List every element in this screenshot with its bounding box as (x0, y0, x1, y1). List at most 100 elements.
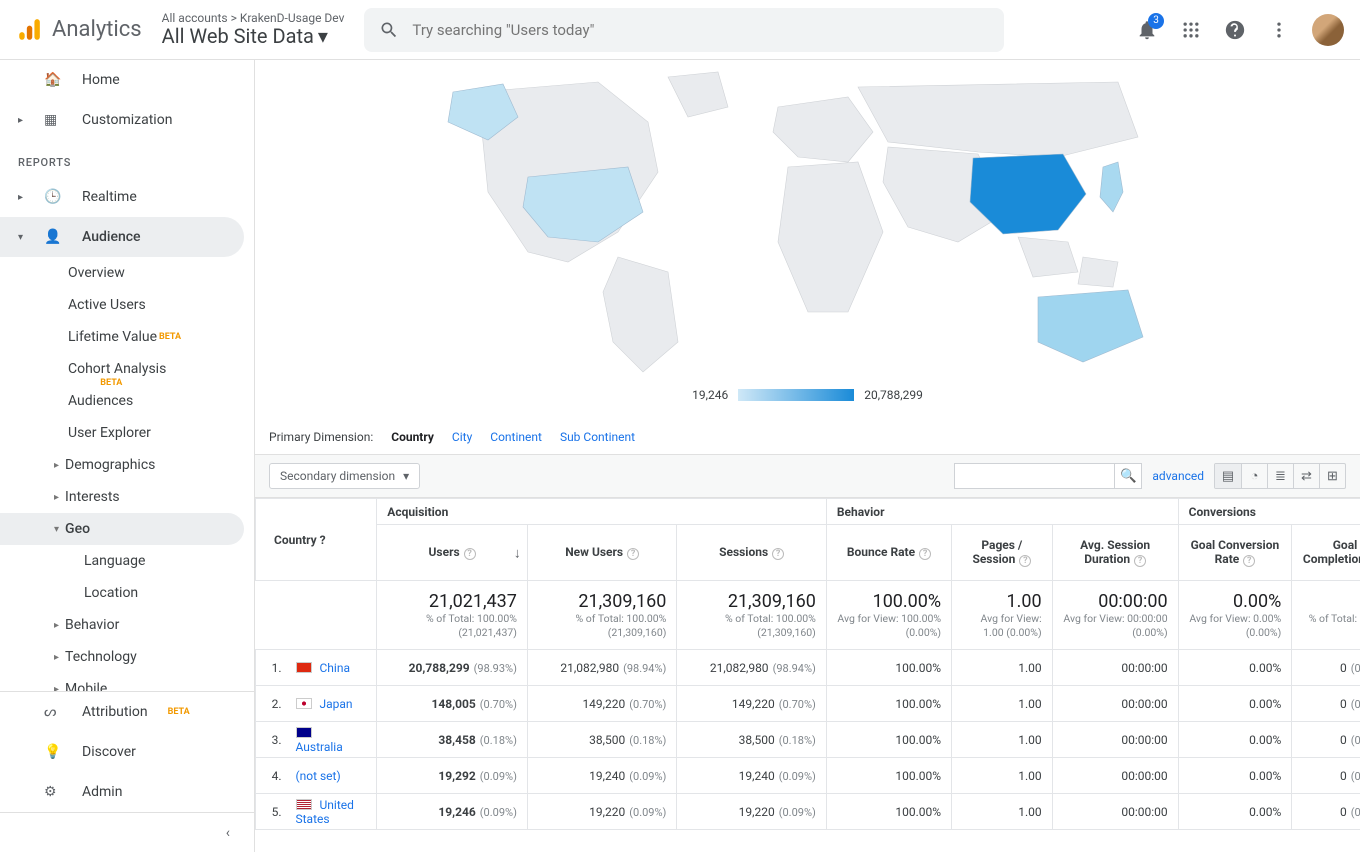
nav-geo[interactable]: ▾Geo (0, 513, 244, 545)
caret-down-icon: ▾ (403, 469, 409, 483)
col-gc[interactable]: Goal Completions? (1292, 525, 1360, 581)
dimension-city[interactable]: City (452, 430, 472, 444)
geo-map[interactable]: 19,246 20,788,299 (255, 60, 1360, 420)
row-bounce: 100.00% (826, 686, 951, 722)
nav-cohort[interactable]: Cohort AnalysisBETA (0, 353, 244, 385)
row-country[interactable]: Australia (286, 722, 377, 758)
total-new-users: 21,309,160% of Total: 100.00% (21,309,16… (527, 581, 676, 650)
bulb-icon: 💡 (44, 744, 64, 760)
row-gc: 0(0.00%) (1292, 650, 1360, 686)
table-row[interactable]: 1.China20,788,299(98.93%)21,082,980(98.9… (256, 650, 1360, 686)
view-pivot-icon[interactable]: ⊞ (1319, 464, 1345, 488)
legend-gradient (738, 389, 854, 401)
dimension-continent[interactable]: Continent (490, 430, 542, 444)
nav-customization[interactable]: ▸▦Customization (0, 100, 244, 140)
col-bounce[interactable]: Bounce Rate? (826, 525, 951, 581)
nav-location[interactable]: Location (0, 577, 244, 609)
advanced-link[interactable]: advanced (1152, 469, 1204, 483)
row-rank: 5. (256, 794, 286, 830)
row-country[interactable]: China (286, 650, 377, 686)
row-sessions: 21,082,980(98.94%) (677, 650, 826, 686)
nav-audiences[interactable]: Audiences (0, 385, 244, 417)
dimension-subcontinent[interactable]: Sub Continent (560, 430, 635, 444)
nav-home[interactable]: 🏠Home (0, 60, 244, 100)
row-pps: 1.00 (952, 650, 1053, 686)
table-search-button[interactable]: 🔍 (1114, 463, 1142, 489)
reports-section-label: REPORTS (0, 140, 254, 177)
row-country[interactable]: (not set) (286, 758, 377, 794)
sidebar-collapse[interactable]: ‹ (0, 812, 254, 852)
row-pps: 1.00 (952, 794, 1053, 830)
nav-active-users[interactable]: Active Users (0, 289, 244, 321)
row-rank: 4. (256, 758, 286, 794)
view-compare-icon[interactable]: ⇄ (1293, 464, 1319, 488)
view-table-icon[interactable]: ▤ (1215, 464, 1241, 488)
nav-realtime[interactable]: ▸🕒Realtime (0, 177, 244, 217)
col-country: Country (274, 533, 317, 547)
brand-name: Analytics (52, 17, 142, 42)
view-pie-icon[interactable]: ◔ (1241, 464, 1267, 488)
table-row[interactable]: 5.United States19,246(0.09%)19,220(0.09%… (256, 794, 1360, 830)
secondary-dimension-dropdown[interactable]: Secondary dimension ▾ (269, 463, 420, 489)
search-input[interactable] (412, 21, 990, 39)
row-new-users: 21,082,980(98.94%) (527, 650, 676, 686)
col-sessions[interactable]: Sessions? (677, 525, 826, 581)
row-pps: 1.00 (952, 686, 1053, 722)
row-sessions: 19,220(0.09%) (677, 794, 826, 830)
nav-behavior[interactable]: ▸Behavior (0, 609, 244, 641)
nav-overview[interactable]: Overview (0, 257, 244, 289)
table-row[interactable]: 3.Australia38,458(0.18%)38,500(0.18%)38,… (256, 722, 1360, 758)
row-gc: 0(0.00%) (1292, 722, 1360, 758)
row-pps: 1.00 (952, 758, 1053, 794)
primary-dimension-bar: Primary Dimension: Country City Continen… (255, 420, 1360, 455)
person-icon: 👤 (44, 229, 64, 245)
brand-logo[interactable]: Analytics (16, 17, 142, 43)
nav-language[interactable]: Language (0, 545, 244, 577)
table-search-input[interactable] (954, 463, 1114, 489)
data-table-wrapper[interactable]: Country ? Acquisition Behavior Conversio… (255, 498, 1360, 852)
notification-badge: 3 (1148, 13, 1164, 29)
account-switcher[interactable]: All accounts > KrakenD-Usage Dev All Web… (162, 12, 345, 47)
row-gcr: 0.00% (1178, 758, 1292, 794)
nav-demographics[interactable]: ▸Demographics (0, 449, 244, 481)
nav-technology[interactable]: ▸Technology (0, 641, 244, 673)
group-acquisition: Acquisition (377, 499, 827, 525)
row-asd: 00:00:00 (1052, 722, 1178, 758)
nav-user-explorer[interactable]: User Explorer (0, 417, 244, 449)
row-gcr: 0.00% (1178, 794, 1292, 830)
col-asd[interactable]: Avg. Session Duration? (1052, 525, 1178, 581)
nav-audience[interactable]: ▾👤Audience (0, 217, 244, 257)
table-row[interactable]: 4.(not set)19,292(0.09%)19,240(0.09%)19,… (256, 758, 1360, 794)
nav-lifetime-value[interactable]: Lifetime ValueBETA (0, 321, 244, 353)
table-row[interactable]: 2.Japan148,005(0.70%)149,220(0.70%)149,2… (256, 686, 1360, 722)
total-pps: 1.00Avg for View: 1.00 (0.00%) (952, 581, 1053, 650)
sort-desc-icon: ↓ (514, 544, 521, 561)
col-new-users[interactable]: New Users? (527, 525, 676, 581)
nav-discover[interactable]: 💡Discover (0, 732, 244, 772)
search-bar[interactable] (364, 8, 1004, 52)
nav-admin[interactable]: ⚙Admin (0, 772, 244, 812)
sidebar: 🏠Home ▸▦Customization REPORTS ▸🕒Realtime… (0, 60, 255, 852)
row-country[interactable]: Japan (286, 686, 377, 722)
view-bar-icon[interactable]: ≣ (1267, 464, 1293, 488)
nav-interests[interactable]: ▸Interests (0, 481, 244, 513)
world-map-svg (418, 62, 1198, 382)
col-pps[interactable]: Pages / Session? (952, 525, 1053, 581)
row-bounce: 100.00% (826, 650, 951, 686)
nav-mobile[interactable]: ▸Mobile (0, 673, 244, 691)
apps-icon[interactable] (1180, 19, 1202, 41)
notifications-button[interactable]: 3 (1136, 19, 1158, 41)
col-users[interactable]: Users?↓ (377, 525, 528, 581)
row-asd: 00:00:00 (1052, 794, 1178, 830)
row-rank: 3. (256, 722, 286, 758)
row-new-users: 19,220(0.09%) (527, 794, 676, 830)
group-behavior: Behavior (826, 499, 1178, 525)
user-avatar[interactable] (1312, 14, 1344, 46)
help-icon[interactable] (1224, 19, 1246, 41)
row-asd: 00:00:00 (1052, 650, 1178, 686)
row-country[interactable]: United States (286, 794, 377, 830)
more-icon[interactable] (1268, 19, 1290, 41)
dimension-country[interactable]: Country (391, 430, 434, 444)
col-gcr[interactable]: Goal Conversion Rate? (1178, 525, 1292, 581)
nav-attribution[interactable]: ᔕAttributionBETA (0, 692, 244, 732)
